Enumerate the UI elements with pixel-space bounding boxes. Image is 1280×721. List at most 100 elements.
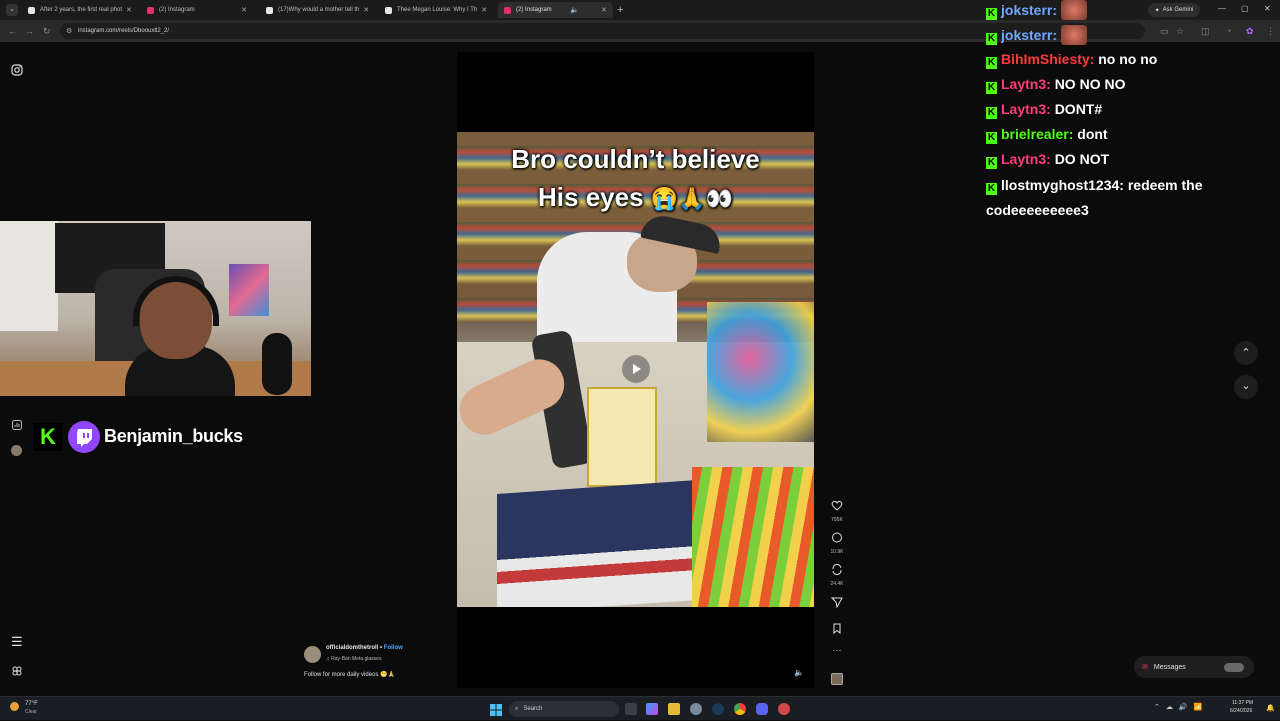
browser-tab-bar: ⌄ After 2 years, the first real phot ✕ (… <box>0 0 1280 20</box>
repost-button[interactable]: 24.4K <box>829 562 845 587</box>
taskbar-search-box[interactable]: ⌕ Search <box>509 701 619 717</box>
app-icon[interactable] <box>778 703 790 715</box>
task-view-icon[interactable] <box>625 703 637 715</box>
extensions-icon[interactable]: ◫ <box>1201 25 1210 37</box>
kick-logo-icon: K <box>34 423 62 451</box>
author-avatar[interactable] <box>304 646 321 663</box>
maximize-window-icon[interactable]: ▢ <box>1241 4 1249 13</box>
tab-audio-icon[interactable]: 🔈 <box>570 6 579 14</box>
webcam-microphone <box>262 333 292 395</box>
twitch-logo-icon <box>68 421 100 453</box>
reel-caption-emoji: 😭🙏👀 <box>650 186 733 211</box>
bookmark-star-icon[interactable]: ☆ <box>1176 25 1184 37</box>
tab-close-icon[interactable]: ✕ <box>477 6 487 14</box>
reel-description: Follow for more daily videos 😁🙏 <box>304 671 395 678</box>
tab-favicon-icon <box>385 6 392 14</box>
webcam-overlay <box>0 221 311 396</box>
chrome-icon[interactable] <box>734 703 746 715</box>
chat-text: NO NO NO <box>1054 76 1126 92</box>
windows-start-icon[interactable] <box>490 703 502 716</box>
search-icon: ⌕ <box>515 705 519 712</box>
taskbar-date[interactable]: 6/24/2026 <box>1230 708 1252 714</box>
kick-badge-icon: K <box>986 8 997 20</box>
steam-icon[interactable] <box>712 703 724 715</box>
tab-close-icon[interactable]: ✕ <box>597 6 607 14</box>
browser-menu-icon[interactable]: ⋮ <box>1266 25 1275 37</box>
chat-message: K Laytn3: NO NO NO <box>986 76 1125 94</box>
settings-icon[interactable] <box>690 703 702 715</box>
follow-button[interactable]: Follow <box>384 645 403 651</box>
back-icon[interactable]: ← <box>8 25 17 37</box>
comment-button[interactable]: 10.9K <box>829 530 845 555</box>
cast-icon[interactable]: ▭ <box>1160 25 1169 37</box>
mute-icon[interactable]: 🔈 <box>794 668 804 677</box>
new-tab-button[interactable]: + <box>617 3 623 17</box>
taskbar-time[interactable]: 11:37 PM <box>1232 700 1253 706</box>
video-candy-box <box>692 467 814 607</box>
profile-icon[interactable]: ◔ <box>1226 25 1231 37</box>
author-name[interactable]: officialdomthetroll <box>326 645 378 651</box>
forward-icon[interactable]: → <box>25 25 34 37</box>
video-made-in-america-mat <box>497 480 697 607</box>
messages-button[interactable]: ✉ Messages <box>1134 656 1254 678</box>
profile-avatar[interactable] <box>11 445 25 459</box>
weather-widget[interactable]: 77°F Clear <box>8 700 68 718</box>
copilot-icon[interactable] <box>646 703 658 715</box>
chat-text: dont <box>1077 126 1108 142</box>
weather-temp: 77°F <box>25 701 38 707</box>
taskbar-search-placeholder: Search <box>523 706 543 712</box>
audio-row[interactable]: ♫ Ray-Ban Meta glasses <box>326 656 381 662</box>
reel-video[interactable]: Bro couldn’t believe His eyes 😭🙏👀 <box>457 132 814 607</box>
tab-favicon-icon <box>28 6 35 14</box>
comment-count: 10.9K <box>830 549 844 555</box>
instagram-logo-icon[interactable] <box>11 63 25 77</box>
like-button[interactable]: 795K <box>829 498 845 523</box>
chat-username: BihImShiesty: <box>1001 51 1095 67</box>
site-info-icon[interactable]: ⚙ <box>66 27 72 35</box>
kick-badge-icon: K <box>986 107 997 119</box>
ask-gemini-button[interactable]: ✦ Ask Gemini <box>1148 3 1200 17</box>
notification-bell-icon[interactable]: 🔔 <box>1266 704 1275 712</box>
chat-text: DONT# <box>1054 101 1103 117</box>
file-explorer-icon[interactable] <box>668 703 680 715</box>
url-field[interactable]: ⚙ instagram.com/reels/Dboouxtl2_2/ <box>60 23 1145 39</box>
previous-reel-button[interactable]: ⌃ <box>1234 341 1258 365</box>
tab-close-icon[interactable]: ✕ <box>237 6 247 14</box>
messages-avatars <box>1224 662 1244 672</box>
tab-menu-icon[interactable]: ⌄ <box>6 4 18 16</box>
meta-threads-icon[interactable] <box>11 664 25 678</box>
minimize-window-icon[interactable]: — <box>1218 4 1226 13</box>
tab-favicon-icon <box>147 6 154 14</box>
close-window-icon[interactable]: ✕ <box>1264 4 1271 13</box>
browser-tab-active[interactable]: (2) Instagram 🔈 ✕ <box>498 2 613 18</box>
gemini-icon: ✦ <box>1154 7 1160 14</box>
chat-message: K BihImShiesty: no no no <box>986 51 1157 69</box>
tab-close-icon[interactable]: ✕ <box>359 6 369 14</box>
play-button-icon[interactable] <box>622 355 650 383</box>
chat-message: Kjoksterr: <box>986 0 1087 20</box>
kick-badge-icon: K <box>986 157 997 169</box>
next-reel-button[interactable]: ⌄ <box>1234 375 1258 399</box>
tab-close-icon[interactable]: ✕ <box>122 6 132 14</box>
reload-icon[interactable]: ↻ <box>43 25 51 37</box>
ask-gemini-label: Ask Gemini <box>1162 7 1194 13</box>
system-tray[interactable]: ⌃☁🔊📶 <box>1154 703 1208 711</box>
save-button[interactable] <box>829 621 845 639</box>
browser-tab[interactable]: (2) Instagram ✕ <box>141 2 253 18</box>
audio-label: Ray-Ban Meta glasses <box>331 656 382 662</box>
discord-icon[interactable] <box>756 703 768 715</box>
audio-thumbnail[interactable] <box>831 673 843 685</box>
kick-badge-icon: K <box>986 33 997 45</box>
share-button[interactable] <box>829 595 845 613</box>
extension-purple-icon[interactable]: ✿ <box>1246 25 1254 37</box>
browser-tab[interactable]: Thee Megan Louise: Why I Th ✕ <box>379 2 491 18</box>
windows-taskbar: 77°F Clear ⌕ Search ⌃☁🔊📶 11:37 PM 6/24/2… <box>0 696 1280 720</box>
bookmark-icon <box>833 623 841 635</box>
more-options-icon[interactable]: ··· <box>829 645 845 655</box>
chat-text: codeeeeeeeee3 <box>986 202 1089 218</box>
dashboard-icon[interactable] <box>11 418 25 432</box>
chat-text: no no no <box>1098 51 1158 67</box>
more-menu-icon[interactable]: ☰ <box>11 635 25 650</box>
browser-tab[interactable]: After 2 years, the first real phot ✕ <box>22 2 134 18</box>
browser-tab[interactable]: (17)Why would a mother tell th ✕ <box>260 2 372 18</box>
